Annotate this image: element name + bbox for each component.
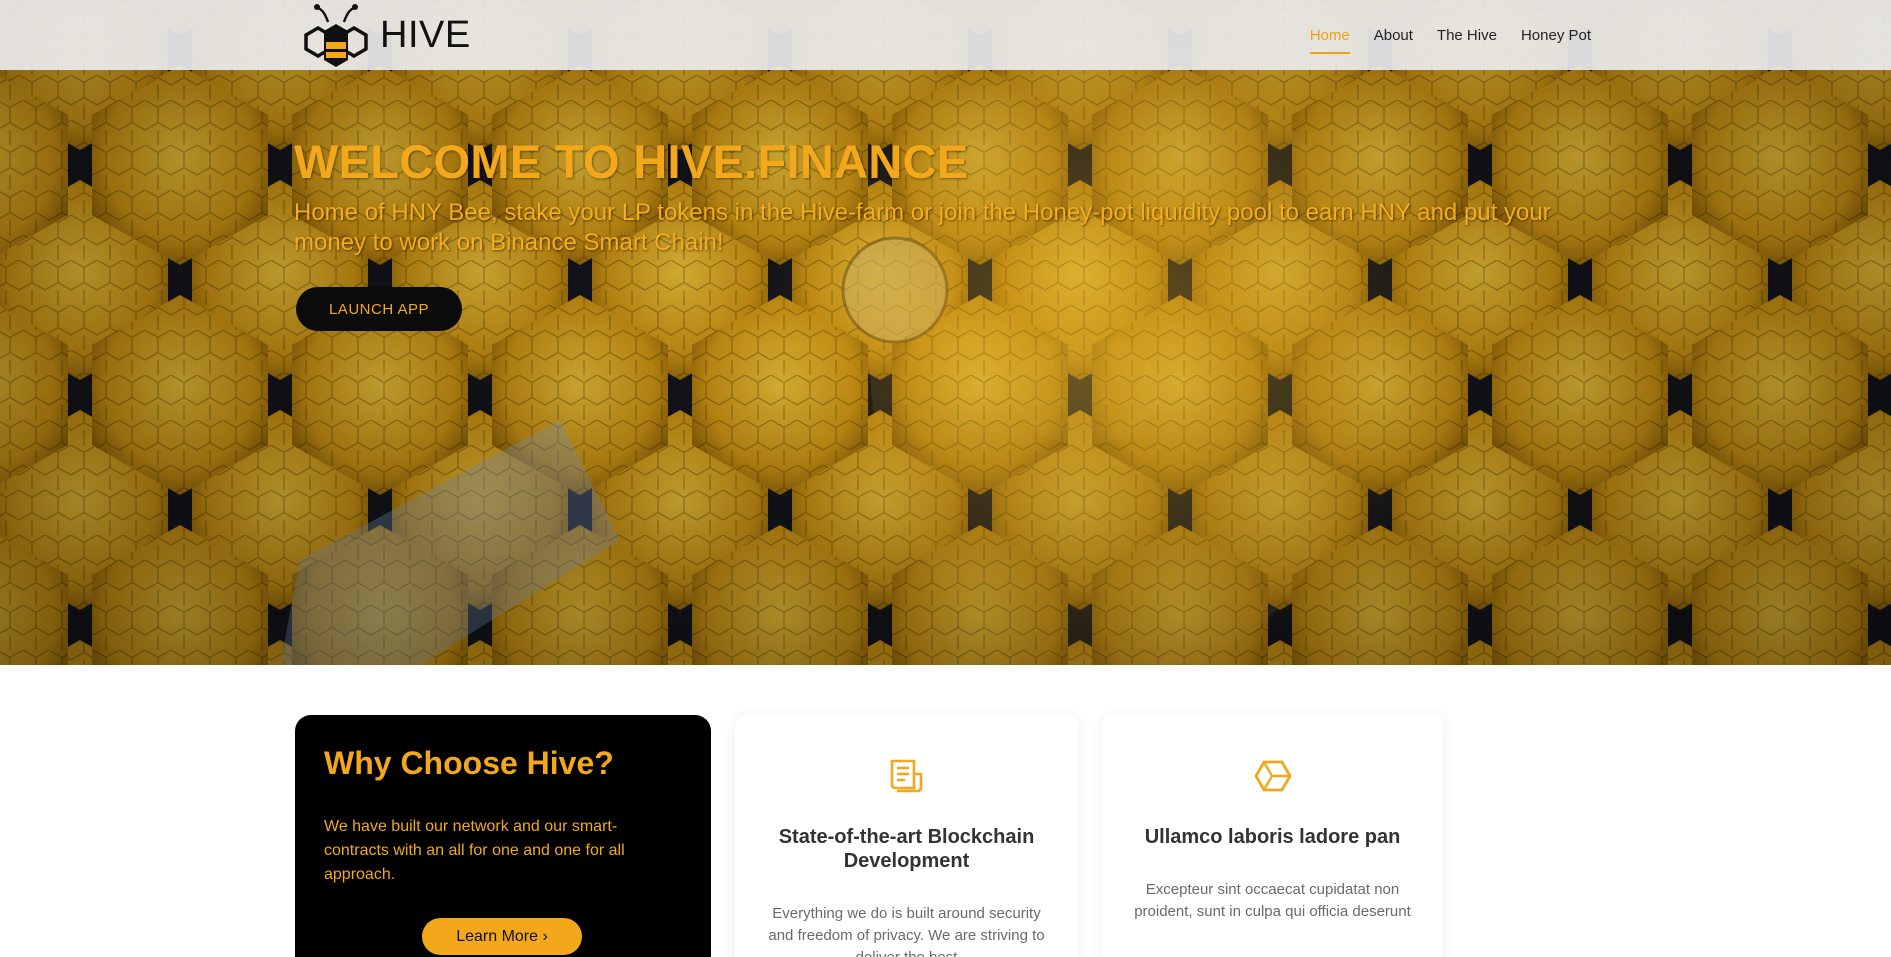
blockchain-card-text: Everything we do is built around securit… bbox=[768, 905, 1045, 957]
why-choose-text: We have built our network and our smart-… bbox=[324, 818, 625, 883]
why-choose-title: Why Choose Hive? bbox=[324, 745, 614, 781]
ullamco-card-title: Ullamco laboris ladore pan bbox=[1144, 826, 1401, 848]
main-nav: Home About The Hive Honey Pot bbox=[1309, 0, 1591, 70]
hero-subtitle: Home of HNY Bee, stake your LP tokens in… bbox=[294, 199, 1551, 256]
launch-app-button[interactable]: LAUNCH APP bbox=[296, 287, 462, 331]
hero-overlay bbox=[0, 0, 1891, 665]
learn-more-button[interactable]: Learn More › bbox=[422, 918, 582, 955]
nav-item-honey-pot[interactable]: Honey Pot bbox=[1521, 21, 1591, 50]
hero-section: WELCOME TO HIVE.FINANCE Home of HNY Bee,… bbox=[0, 0, 1891, 665]
logo-text: HIVE bbox=[380, 14, 471, 56]
blockchain-card-title: State-of-the-art Blockchain Development bbox=[778, 826, 1035, 872]
ullamco-card: Ullamco laboris ladore pan Excepteur sin… bbox=[1102, 715, 1443, 957]
site-header: HIVE Home About The Hive Honey Pot bbox=[0, 0, 1891, 70]
ullamco-card-text: Excepteur sint occaecat cupidatat non pr… bbox=[1134, 881, 1411, 920]
nav-item-the-hive[interactable]: The Hive bbox=[1437, 21, 1497, 50]
nav-item-about[interactable]: About bbox=[1374, 21, 1413, 50]
document-icon bbox=[890, 759, 922, 793]
logo[interactable]: HIVE bbox=[296, 0, 471, 70]
why-choose-card: Why Choose Hive? We have built our netwo… bbox=[295, 715, 711, 957]
bee-logo-icon bbox=[304, 4, 368, 67]
hexagon-icon bbox=[1253, 760, 1292, 792]
nav-item-home[interactable]: Home bbox=[1309, 21, 1350, 54]
hero-title: WELCOME TO HIVE.FINANCE bbox=[294, 135, 969, 188]
blockchain-card: State-of-the-art Blockchain Development … bbox=[735, 715, 1078, 957]
